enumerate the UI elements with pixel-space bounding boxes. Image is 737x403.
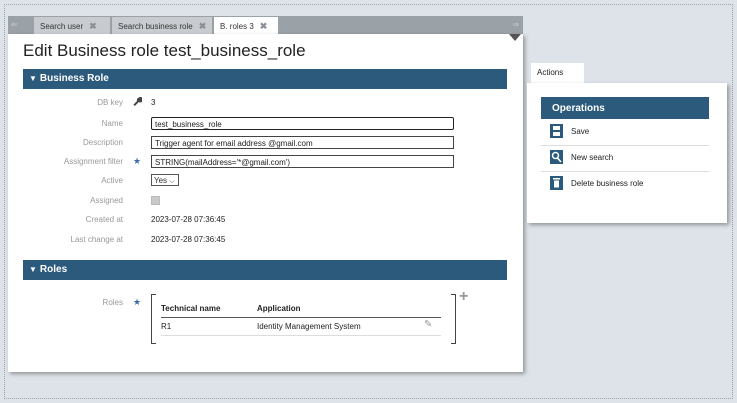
cell-application: Identity Management System — [257, 322, 361, 331]
name-input[interactable]: test_business_role — [151, 117, 454, 130]
field-label: DB key — [97, 98, 123, 107]
save-icon — [550, 124, 563, 138]
field-label: Name — [101, 119, 123, 128]
key-icon — [133, 97, 144, 108]
page-title: Edit Business role test_business_role — [23, 41, 306, 60]
roles-table: + Technical name Application R1 Identity… — [151, 288, 468, 346]
created-at-value: 2023-07-28 07:36:45 — [151, 215, 226, 224]
db-key-value: 3 — [151, 98, 156, 107]
description-input[interactable]: Trigger agent for email address @gmail.c… — [151, 136, 454, 149]
tab-business-roles[interactable]: B. roles 3 ✖ — [214, 17, 278, 34]
search-icon — [550, 150, 563, 164]
row-divider — [161, 335, 441, 336]
tab-search-business-role[interactable]: Search business role ✖ — [112, 17, 212, 34]
panel-menu-icon[interactable] — [509, 34, 521, 41]
required-star-icon: ★ — [133, 156, 142, 166]
delete-business-role-button[interactable]: Delete business role — [541, 173, 709, 198]
field-label: Description — [82, 138, 123, 147]
collapse-triangle-icon: ▼ — [29, 74, 37, 83]
tab-bar: ⇐ Search user ✖ Search business role ✖ B. … — [8, 16, 523, 34]
column-header-application: Application — [257, 304, 301, 313]
active-select[interactable]: Yes ⌵ — [151, 174, 179, 186]
close-icon[interactable]: ✖ — [89, 21, 97, 31]
main-panel: Edit Business role test_business_role ▼ B… — [8, 34, 523, 372]
tab-scroll-right-icon[interactable]: ⇒ — [512, 20, 519, 29]
operations-header: Operations — [541, 97, 709, 119]
column-header-technical-name: Technical name — [161, 304, 221, 313]
tab-label: Search user — [40, 22, 84, 31]
collapse-triangle-icon: ▼ — [29, 265, 37, 274]
trash-icon — [550, 176, 563, 190]
close-icon[interactable]: ✖ — [260, 21, 268, 31]
new-search-button[interactable]: New search — [541, 147, 709, 172]
add-role-icon[interactable]: + — [459, 288, 468, 306]
close-icon[interactable]: ✖ — [199, 21, 207, 31]
section-business-role[interactable]: ▼ Business Role — [23, 69, 507, 89]
required-star-icon: ★ — [133, 297, 142, 307]
assignment-filter-input[interactable]: STRING(mailAddress='*@gmail.com') — [151, 155, 454, 168]
tab-actions[interactable]: Actions — [531, 63, 584, 83]
field-label: Created at — [85, 215, 123, 224]
new-search-label: New search — [571, 153, 614, 162]
tab-search-user[interactable]: Search user ✖ — [34, 17, 110, 34]
field-label: Active — [101, 176, 123, 185]
field-label: Last change at — [70, 235, 123, 244]
tab-scroll-left-icon[interactable]: ⇐ — [11, 20, 18, 29]
save-button[interactable]: Save — [541, 121, 709, 146]
field-label: Roles — [102, 298, 123, 307]
field-label: Assignment filter — [63, 157, 123, 166]
header-divider — [161, 317, 441, 318]
last-change-at-value: 2023-07-28 07:36:45 — [151, 235, 226, 244]
save-label: Save — [571, 127, 590, 136]
table-bracket-right — [451, 294, 456, 344]
tab-label: B. roles 3 — [220, 22, 254, 31]
table-bracket-left — [151, 294, 156, 344]
delete-business-role-label: Delete business role — [571, 179, 644, 188]
actions-panel: Operations Save New search Delete busine… — [527, 83, 727, 223]
section-title: Roles — [39, 264, 68, 275]
field-label: Assigned — [90, 196, 123, 205]
section-title: Business Role — [39, 73, 109, 84]
active-select-value: Yes — [154, 176, 168, 185]
assigned-checkbox[interactable] — [151, 196, 160, 205]
chevron-down-icon: ⌵ — [169, 178, 175, 185]
cell-technical-name: R1 — [161, 322, 172, 331]
section-roles[interactable]: ▼ Roles — [23, 260, 507, 280]
edit-pencil-icon[interactable]: ✎ — [424, 319, 432, 330]
tab-label: Search business role — [118, 22, 193, 31]
